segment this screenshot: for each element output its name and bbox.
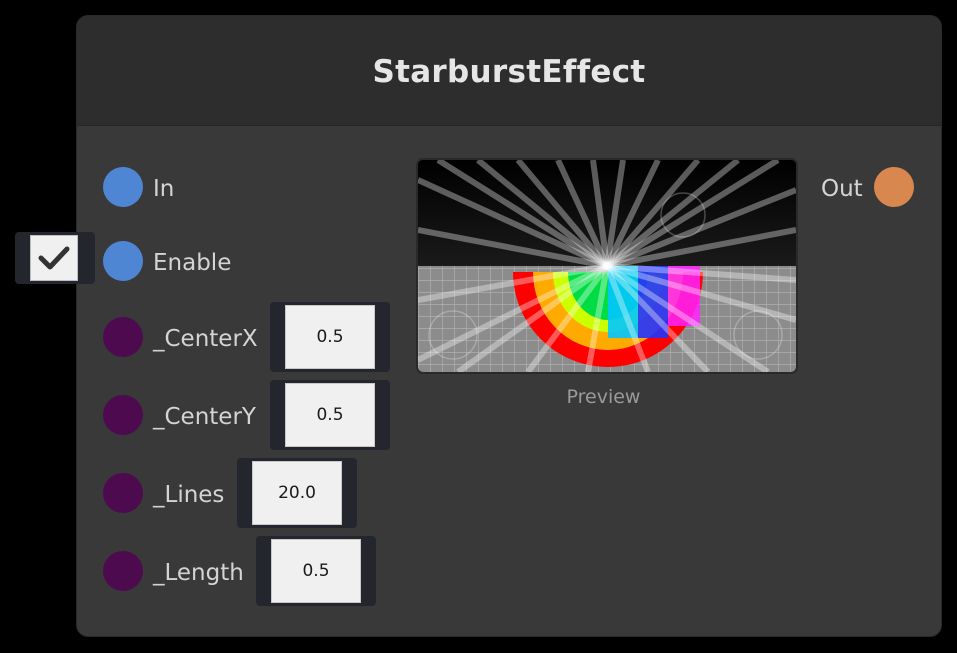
length-port[interactable] [103, 551, 143, 591]
in-port-label: In [153, 176, 175, 202]
centery-field: 0.5 [270, 380, 390, 450]
centerx-port[interactable] [103, 317, 143, 357]
length-input[interactable]: 0.5 [271, 539, 361, 603]
checkmark-icon [38, 246, 70, 270]
enable-port-label: Enable [153, 250, 232, 276]
starburst-preview-graphic [418, 160, 796, 372]
enable-checkbox[interactable] [30, 235, 78, 281]
enable-port[interactable] [103, 241, 143, 281]
node-title: StarburstEffect [372, 54, 646, 90]
preview-image [416, 158, 798, 374]
out-port-label: Out [821, 176, 863, 202]
out-port[interactable] [874, 167, 914, 207]
centery-port[interactable] [103, 395, 143, 435]
lines-port[interactable] [103, 473, 143, 513]
centery-input[interactable]: 0.5 [285, 383, 375, 447]
centerx-field: 0.5 [270, 302, 390, 372]
length-field: 0.5 [256, 536, 376, 606]
node-header[interactable]: StarburstEffect [77, 16, 941, 126]
enable-checkbox-field [15, 232, 95, 284]
lines-port-label: _Lines [153, 482, 225, 508]
preview-label: Preview [566, 386, 641, 408]
centery-port-label: _CenterY [153, 404, 256, 430]
lines-field: 20.0 [237, 458, 357, 528]
centerx-port-label: _CenterX [153, 326, 258, 352]
in-port[interactable] [103, 167, 143, 207]
lines-input[interactable]: 20.0 [252, 461, 342, 525]
centerx-input[interactable]: 0.5 [285, 305, 375, 369]
length-port-label: _Length [153, 560, 244, 586]
